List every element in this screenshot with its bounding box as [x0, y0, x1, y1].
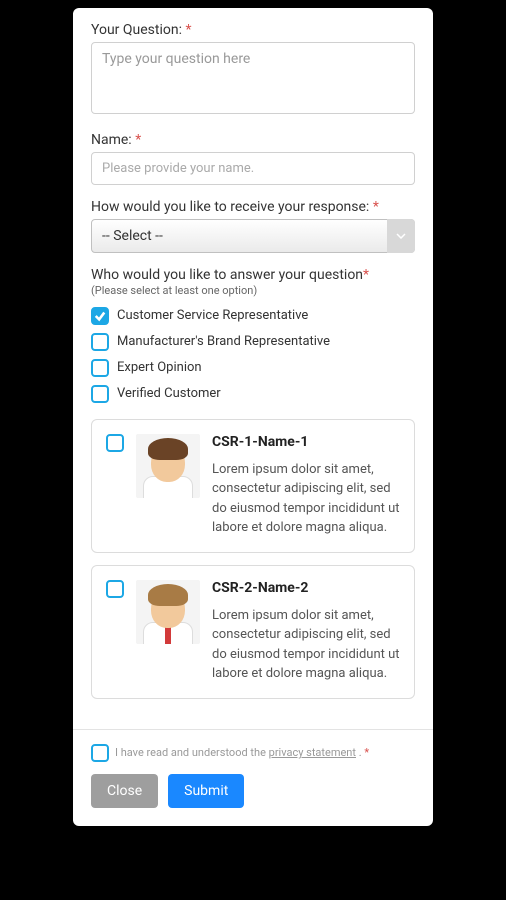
option-label: Customer Service Representative: [117, 308, 308, 323]
modal-footer: I have read and understood the privacy s…: [73, 729, 433, 826]
required-icon: *: [373, 199, 379, 215]
required-icon: *: [363, 267, 369, 283]
answer-by-label: Who would you like to answer your questi…: [91, 267, 415, 284]
option-label: Verified Customer: [117, 386, 221, 401]
card-checkbox-wrap[interactable]: [106, 580, 124, 684]
response-select[interactable]: -- Select --: [91, 219, 415, 253]
modal-body: Your Question: * Name: * How would you l…: [73, 8, 433, 729]
privacy-row[interactable]: I have read and understood the privacy s…: [91, 744, 415, 762]
privacy-text: I have read and understood the privacy s…: [115, 746, 369, 759]
privacy-suffix: .: [356, 746, 362, 759]
option-expert[interactable]: Expert Opinion: [91, 359, 415, 377]
option-label: Expert Opinion: [117, 360, 202, 375]
submit-button[interactable]: Submit: [168, 774, 244, 808]
required-icon: *: [185, 22, 191, 38]
name-label: Name: *: [91, 132, 415, 148]
option-brand-rep[interactable]: Manufacturer's Brand Representative: [91, 333, 415, 351]
answer-by-note: (Please select at least one option): [91, 284, 415, 297]
card-checkbox-wrap[interactable]: [106, 434, 124, 538]
response-label-text: How would you like to receive your respo…: [91, 199, 369, 215]
required-icon: *: [135, 132, 141, 148]
card-text: CSR-1-Name-1 Lorem ipsum dolor sit amet,…: [212, 434, 400, 538]
name-label-text: Name:: [91, 132, 132, 148]
option-label: Manufacturer's Brand Representative: [117, 334, 330, 349]
checkbox-icon: [91, 385, 109, 403]
card-title: CSR-1-Name-1: [212, 434, 400, 450]
csr-cards: CSR-1-Name-1 Lorem ipsum dolor sit amet,…: [91, 419, 415, 699]
card-title: CSR-2-Name-2: [212, 580, 400, 596]
question-label-text: Your Question:: [91, 22, 182, 38]
card-text: CSR-2-Name-2 Lorem ipsum dolor sit amet,…: [212, 580, 400, 684]
avatar: [136, 580, 200, 644]
csr-card: CSR-2-Name-2 Lorem ipsum dolor sit amet,…: [91, 565, 415, 699]
privacy-link[interactable]: privacy statement: [269, 746, 356, 759]
checkbox-icon: [106, 434, 124, 452]
option-csr[interactable]: Customer Service Representative: [91, 307, 415, 325]
question-modal: Your Question: * Name: * How would you l…: [73, 8, 433, 826]
privacy-prefix: I have read and understood the: [115, 746, 269, 759]
option-verified-customer[interactable]: Verified Customer: [91, 385, 415, 403]
csr-card: CSR-1-Name-1 Lorem ipsum dolor sit amet,…: [91, 419, 415, 553]
checkbox-icon: [91, 744, 109, 762]
checkbox-icon: [106, 580, 124, 598]
close-button[interactable]: Close: [91, 774, 158, 808]
question-input[interactable]: [91, 42, 415, 114]
avatar: [136, 434, 200, 498]
response-label: How would you like to receive your respo…: [91, 199, 415, 215]
question-label: Your Question: *: [91, 22, 415, 38]
card-description: Lorem ipsum dolor sit amet, consectetur …: [212, 460, 400, 538]
checkbox-icon: [91, 307, 109, 325]
required-icon: *: [364, 746, 369, 759]
name-input[interactable]: [91, 152, 415, 185]
response-select-wrap: -- Select --: [91, 219, 415, 253]
answer-by-text: Who would you like to answer your questi…: [91, 267, 363, 283]
checkbox-icon: [91, 333, 109, 351]
button-row: Close Submit: [91, 774, 415, 808]
checkbox-icon: [91, 359, 109, 377]
card-description: Lorem ipsum dolor sit amet, consectetur …: [212, 606, 400, 684]
